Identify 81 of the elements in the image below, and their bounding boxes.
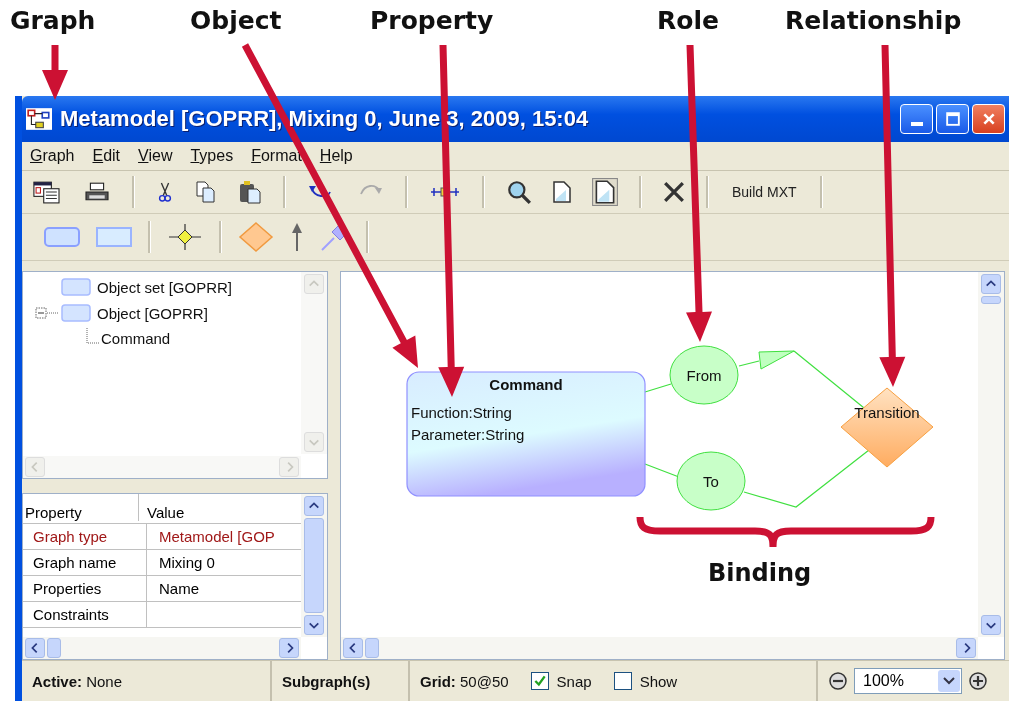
scroll-down-button[interactable] bbox=[981, 615, 1001, 635]
annotation-label: Binding bbox=[708, 559, 812, 587]
minimize-button[interactable] bbox=[900, 104, 933, 134]
annotation-label: Relationship bbox=[785, 6, 962, 35]
annotation-label: Graph bbox=[10, 6, 96, 35]
document-icon[interactable] bbox=[553, 181, 571, 203]
table-cell-text: Metamodel [GOP bbox=[158, 527, 275, 547]
table-cell: Graph type bbox=[23, 524, 147, 549]
role-label: To bbox=[703, 473, 719, 490]
menu-item[interactable]: Help bbox=[319, 147, 353, 165]
checkbox-label: Show bbox=[639, 672, 678, 690]
menu-item[interactable]: Format bbox=[251, 147, 302, 165]
scrollbar-thumb[interactable] bbox=[47, 638, 61, 658]
scroll-up-button[interactable] bbox=[304, 496, 324, 516]
scrollbar-thumb[interactable] bbox=[981, 296, 1001, 304]
object-property: Function:String bbox=[411, 404, 512, 421]
annotation-label: Role bbox=[657, 6, 719, 35]
minimize-icon bbox=[910, 122, 923, 126]
maximize-button[interactable] bbox=[936, 104, 969, 134]
table-cell: Constraints bbox=[23, 602, 147, 627]
caret-icon bbox=[943, 677, 955, 685]
checkbox[interactable] bbox=[530, 672, 549, 690]
point-icon[interactable] bbox=[167, 222, 203, 252]
maximize-icon bbox=[945, 112, 960, 126]
annotation-label: Property bbox=[370, 6, 494, 35]
search-icon[interactable] bbox=[506, 179, 532, 205]
zoom-out-icon[interactable] bbox=[828, 671, 848, 691]
scroll-left-button[interactable] bbox=[343, 638, 363, 658]
scrollbar-thumb[interactable] bbox=[304, 518, 324, 613]
object-node[interactable] bbox=[406, 371, 646, 497]
table-cell: Properties bbox=[23, 576, 147, 601]
scroll-up-button[interactable] bbox=[981, 274, 1001, 294]
paste-icon[interactable] bbox=[238, 180, 262, 204]
zoom-dropdown[interactable]: 100% bbox=[854, 668, 962, 694]
column-header: Value bbox=[146, 503, 185, 521]
role-node[interactable] bbox=[669, 345, 739, 405]
column-header: Property bbox=[23, 494, 139, 521]
document-icon[interactable] bbox=[592, 178, 618, 206]
close-button[interactable] bbox=[972, 104, 1005, 134]
relationship-label: Transition bbox=[854, 404, 920, 421]
object-icon bbox=[61, 278, 91, 296]
menu-item[interactable]: Edit bbox=[92, 147, 121, 165]
checkbox-label: Snap bbox=[556, 672, 592, 690]
scissors-icon[interactable] bbox=[156, 180, 174, 204]
menu-item[interactable]: View bbox=[138, 147, 173, 165]
tree-item[interactable]: Object set [GOPRR] bbox=[97, 278, 233, 296]
role-node[interactable] bbox=[676, 451, 746, 511]
tree-item[interactable]: Command bbox=[101, 329, 171, 347]
printer-icon[interactable] bbox=[83, 181, 111, 203]
collapse-icon[interactable] bbox=[35, 306, 59, 320]
object-property: Parameter:String bbox=[411, 426, 525, 443]
table-cell: Graph name bbox=[23, 550, 147, 575]
annotation-label: Object bbox=[190, 6, 282, 35]
app-icon bbox=[26, 108, 52, 130]
arrowhead-icon bbox=[758, 350, 795, 370]
checkbox[interactable] bbox=[613, 672, 632, 690]
object-name: Command bbox=[489, 376, 563, 393]
form-icon[interactable] bbox=[32, 180, 62, 204]
menu-item[interactable]: Graph bbox=[30, 147, 75, 165]
scroll-down-button[interactable] bbox=[304, 615, 324, 635]
annotation-arrow bbox=[42, 45, 68, 100]
close-icon bbox=[981, 112, 996, 126]
table-cell-text: Mixing 0 bbox=[158, 553, 215, 573]
table-cell-text: Name bbox=[158, 579, 199, 599]
relationship-node[interactable] bbox=[840, 387, 934, 468]
grid-status: Grid: 50@50 bbox=[420, 672, 509, 690]
menu-item[interactable]: Types bbox=[190, 147, 234, 165]
build-button[interactable]: Build MXT bbox=[730, 180, 799, 204]
subgraphs-label: Subgraph(s) bbox=[282, 672, 371, 690]
scroll-left-button[interactable] bbox=[25, 638, 45, 658]
copy-icon[interactable] bbox=[195, 181, 217, 203]
tree-item[interactable]: Object [GOPRR] bbox=[97, 304, 208, 322]
delete-icon[interactable] bbox=[663, 181, 685, 203]
object-icon bbox=[61, 304, 91, 322]
scrollbar-thumb[interactable] bbox=[365, 638, 379, 658]
scroll-right-button[interactable] bbox=[279, 638, 299, 658]
role-label: From bbox=[686, 367, 722, 384]
arrow-up-icon[interactable] bbox=[290, 221, 304, 253]
active-status: Active: None bbox=[32, 672, 123, 690]
scroll-right-button[interactable] bbox=[956, 638, 976, 658]
zoom-in-icon[interactable] bbox=[968, 671, 988, 691]
